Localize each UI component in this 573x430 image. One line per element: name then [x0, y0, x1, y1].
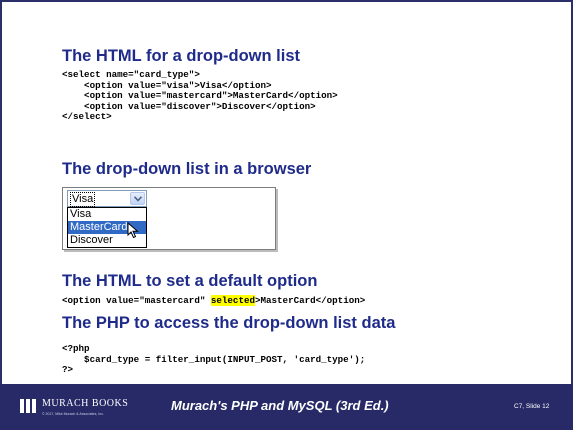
murach-books-logo-icon: [20, 399, 36, 413]
code-after: >MasterCard</option>: [254, 295, 366, 306]
chevron-down-icon[interactable]: [130, 192, 145, 205]
heading-html-dropdown: The HTML for a drop-down list: [62, 47, 301, 65]
slide: The HTML for a drop-down list <select na…: [0, 0, 573, 430]
left-border: [0, 0, 2, 384]
heading-default-option: The HTML to set a default option: [62, 272, 318, 290]
highlighted-selected-attr: selected: [210, 295, 255, 306]
pointer-cursor-icon: [127, 222, 139, 239]
slide-number: C7, Slide 12: [514, 403, 550, 410]
card-type-select[interactable]: Visa: [67, 190, 147, 207]
copyright-text: © 2017, Mike Murach & Associates, Inc.: [42, 412, 104, 416]
code-select-html: <select name="card_type"> <option value=…: [62, 69, 338, 123]
heading-php-access: The PHP to access the drop-down list dat…: [62, 314, 396, 332]
footer-bar: MURACH BOOKS © 2017, Mike Murach & Assoc…: [0, 384, 573, 430]
browser-demo-frame: Visa Visa MasterCard Discover: [62, 187, 276, 250]
logo-text: MURACH BOOKS: [42, 398, 129, 409]
book-title: Murach's PHP and MySQL (3rd Ed.): [171, 398, 389, 413]
heading-dropdown-browser: The drop-down list in a browser: [62, 160, 312, 178]
code-before: <option value="mastercard": [62, 295, 211, 306]
code-php-filter-input: <?php $card_type = filter_input(INPUT_PO…: [62, 343, 366, 376]
select-current-value: Visa: [70, 192, 96, 207]
option-visa[interactable]: Visa: [68, 208, 146, 221]
code-default-option: <option value="mastercard" selected>Mast…: [62, 295, 366, 307]
top-border: [0, 0, 573, 2]
